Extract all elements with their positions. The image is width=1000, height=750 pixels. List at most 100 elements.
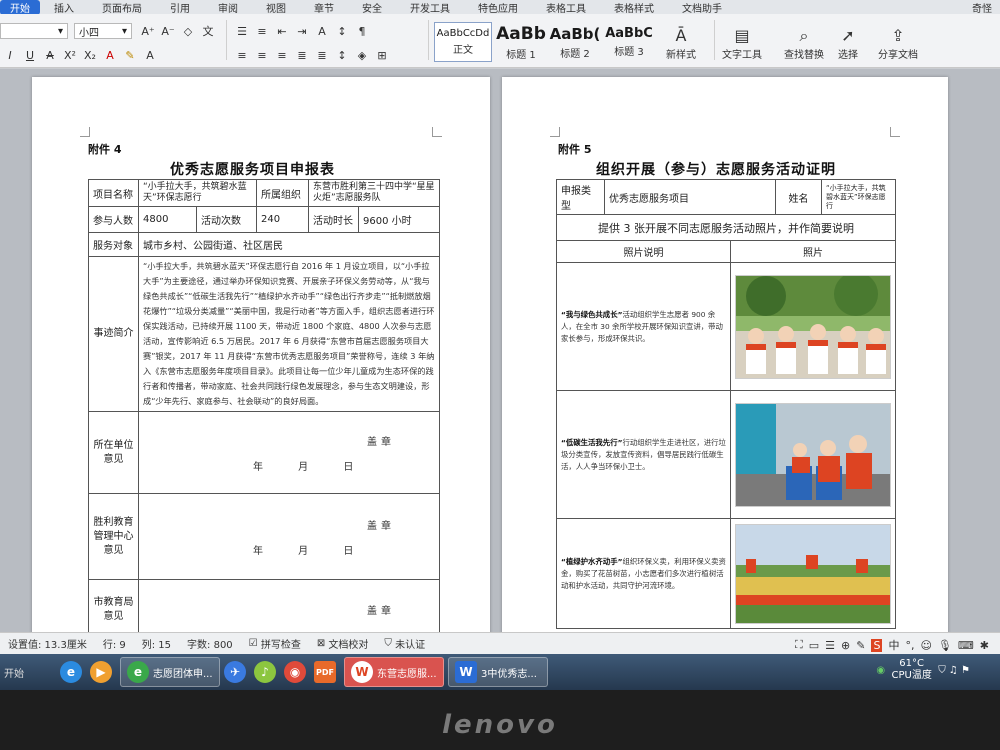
grow-font-icon[interactable]: A⁺: [140, 23, 156, 39]
ime-punct-icon[interactable]: °,: [905, 639, 914, 652]
tray-shield-icon[interactable]: ⛉: [938, 665, 946, 676]
qq-launcher[interactable]: ✈: [224, 657, 250, 687]
menu-table-tools[interactable]: 表格工具: [532, 0, 600, 15]
photo-low-carbon[interactable]: [735, 402, 891, 507]
city-opinion-cell[interactable]: 盖章: [138, 579, 440, 632]
summary-text[interactable]: “小手拉大手，共筑碧水蓝天”环保志愿行自 2016 年 1 月设立项目，以“小手…: [138, 256, 440, 412]
web-view-icon[interactable]: ⊕: [841, 639, 850, 652]
task-window-3[interactable]: W 3中优秀志...: [448, 657, 548, 687]
tools-icon[interactable]: ✱: [980, 639, 989, 652]
font-name-select[interactable]: ▾: [0, 23, 68, 39]
target-value[interactable]: 城市乡村、公园街道、社区居民: [138, 232, 440, 257]
font-color-icon[interactable]: A: [102, 47, 118, 63]
outdent-icon[interactable]: ⇤: [274, 23, 290, 39]
new-style-button[interactable]: Ā 新样式: [666, 26, 696, 61]
ie-launcher[interactable]: e: [60, 657, 86, 687]
status-words[interactable]: 字数: 800: [179, 636, 241, 651]
menu-insert[interactable]: 插入: [40, 0, 88, 15]
select-button[interactable]: ➚ 选择: [838, 26, 858, 61]
edu-opinion-cell[interactable]: 盖章 年 月 日: [138, 493, 440, 580]
highlight-icon[interactable]: ✎: [122, 47, 138, 63]
row3-photo-cell[interactable]: [730, 518, 896, 629]
chrome-launcher[interactable]: ◉: [284, 657, 310, 687]
mic-icon[interactable]: 🎙: [938, 639, 952, 652]
find-replace-button[interactable]: ⌕ 查找替换: [784, 26, 824, 61]
type-value[interactable]: 优秀志愿服务项目: [604, 179, 776, 215]
shrink-font-icon[interactable]: A⁻: [160, 23, 176, 39]
doc-proof-button[interactable]: ⊠ 文档校对: [309, 636, 377, 651]
menu-features[interactable]: 特色应用: [464, 0, 532, 15]
char-shade-icon[interactable]: A: [142, 47, 158, 63]
row2-photo-cell[interactable]: [730, 390, 896, 519]
unit-opinion-cell[interactable]: 盖章 年 月 日: [138, 411, 440, 494]
start-button[interactable]: 开始: [0, 657, 56, 687]
style-heading-3[interactable]: AaBbC 标题 3: [602, 22, 656, 62]
sort-icon[interactable]: ↕: [334, 23, 350, 39]
row1-photo-cell[interactable]: [730, 262, 896, 391]
music-launcher[interactable]: ♪: [254, 657, 280, 687]
cpu-temp-widget[interactable]: 61°C CPU温度: [891, 658, 931, 682]
share-doc-button[interactable]: ⇪ 分享文档: [878, 26, 918, 61]
keyboard-icon[interactable]: ⌨: [958, 639, 974, 652]
name-value[interactable]: “小手拉大手，共筑碧水蓝天”环保志愿行: [821, 179, 896, 215]
align-left-icon[interactable]: ≡: [234, 47, 250, 63]
spell-check-button[interactable]: ☑ 拼写检查: [241, 636, 309, 651]
participants-value[interactable]: 4800: [138, 206, 197, 233]
edit-icon[interactable]: ✎: [856, 639, 865, 652]
show-marks-icon[interactable]: ¶: [354, 23, 370, 39]
menu-doc-assistant[interactable]: 文档助手: [668, 0, 736, 15]
phonetic-icon[interactable]: 文: [200, 23, 216, 39]
superscript-icon[interactable]: X²: [62, 47, 78, 63]
style-heading-2[interactable]: AaBb( 标题 2: [548, 22, 602, 62]
ime-lang-icon[interactable]: 中: [888, 637, 899, 653]
menu-references[interactable]: 引用: [156, 0, 204, 15]
emoji-icon[interactable]: ☺: [920, 639, 931, 652]
cert-status[interactable]: ⛉ 未认证: [376, 636, 433, 651]
clear-format-icon[interactable]: ◇: [180, 23, 196, 39]
menu-home[interactable]: 开始: [0, 0, 40, 15]
photo-green-growth[interactable]: [735, 274, 891, 379]
tray-flag-icon[interactable]: ⚑: [961, 665, 970, 676]
style-heading-1[interactable]: AaBb 标题 1: [494, 22, 548, 62]
indent-icon[interactable]: ⇥: [294, 23, 310, 39]
font-size-select[interactable]: 小四 ▾: [74, 23, 132, 39]
page-view-icon[interactable]: ▭: [809, 639, 819, 652]
pdf-launcher[interactable]: PDF: [314, 657, 340, 687]
menu-view[interactable]: 视图: [252, 0, 300, 15]
numbered-list-icon[interactable]: ≡: [254, 23, 270, 39]
fullscreen-icon[interactable]: ⛶: [795, 638, 803, 652]
page-right[interactable]: 附件 5 组织开展（参与）志愿服务活动证明 申报类型 优秀志愿服务项目 姓名 “…: [502, 77, 948, 632]
task-window-2[interactable]: W 东营志愿服...: [344, 657, 444, 687]
italic-icon[interactable]: I: [2, 47, 18, 63]
menu-developer[interactable]: 开发工具: [396, 0, 464, 15]
media-launcher[interactable]: ▶: [90, 657, 116, 687]
text-tools-button[interactable]: ▤ 文字工具: [722, 26, 762, 61]
menu-security[interactable]: 安全: [348, 0, 396, 15]
outline-view-icon[interactable]: ☰: [825, 639, 835, 652]
menu-review[interactable]: 审阅: [204, 0, 252, 15]
align-center-icon[interactable]: ≡: [254, 47, 270, 63]
justify-icon[interactable]: ≣: [294, 47, 310, 63]
menu-right[interactable]: 奇怪: [958, 0, 1000, 15]
menu-section[interactable]: 章节: [300, 0, 348, 15]
border-icon[interactable]: ⊞: [374, 47, 390, 63]
strikethrough-icon[interactable]: A: [42, 47, 58, 63]
subscript-icon[interactable]: X₂: [82, 47, 98, 63]
underline-icon[interactable]: U: [22, 47, 38, 63]
chinese-layout-icon[interactable]: A: [314, 23, 330, 39]
shading-icon[interactable]: ◈: [354, 47, 370, 63]
bullet-list-icon[interactable]: ☰: [234, 23, 250, 39]
style-normal[interactable]: AaBbCcDd 正文: [434, 22, 492, 62]
activities-value[interactable]: 240: [256, 206, 309, 233]
hours-value[interactable]: 9600 小时: [358, 206, 440, 233]
line-spacing-icon[interactable]: ↕: [334, 47, 350, 63]
menu-table-style[interactable]: 表格样式: [600, 0, 668, 15]
distribute-icon[interactable]: ≣: [314, 47, 330, 63]
project-name-value[interactable]: “小手拉大手，共筑碧水蓝天”环保志愿行: [138, 179, 257, 207]
task-window-1[interactable]: e 志愿团体申...: [120, 657, 220, 687]
page-left[interactable]: 附件 4 优秀志愿服务项目申报表 项目名称 “小手拉大手，共筑碧水蓝天”环保志愿…: [32, 77, 490, 632]
tray-volume-icon[interactable]: ♫: [949, 665, 958, 676]
ime-icon[interactable]: S: [871, 638, 883, 652]
tray-network-icon[interactable]: ◉: [876, 665, 885, 676]
menu-layout[interactable]: 页面布局: [88, 0, 156, 15]
